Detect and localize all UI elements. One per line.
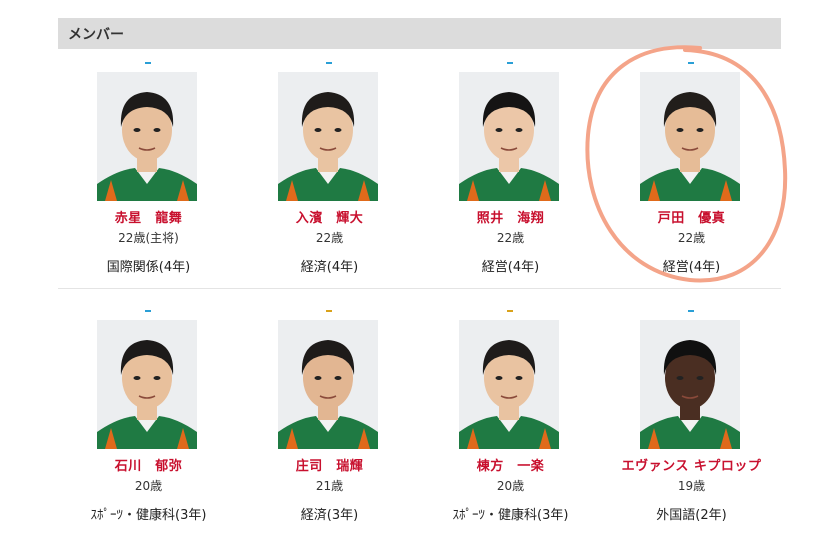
position-marker [145,310,151,312]
position-marker [326,310,332,312]
member-card[interactable]: 庄司 瑞輝 21歳経済(3年) [239,310,420,540]
position-marker [688,62,694,64]
member-department: 経営(4年) [662,260,721,275]
member-name[interactable]: 庄司 瑞輝 [239,455,420,474]
position-marker [688,310,694,312]
position-marker [507,310,513,312]
member-name[interactable]: 戸田 優真 [601,207,782,226]
member-photo[interactable] [640,72,740,201]
member-card[interactable]: エヴァンス キプロップ 19歳外国語(2年) [601,310,782,540]
member-photo[interactable] [459,72,559,201]
member-age: 22歳 [315,231,344,245]
member-name[interactable]: 照井 海翔 [420,207,601,226]
member-age: 22歳 [496,231,525,245]
section-title: メンバー [68,27,124,43]
position-marker [145,62,151,64]
member-age: 19歳 [677,479,706,493]
section-header: メンバー [58,18,781,49]
member-name[interactable]: 棟方 一楽 [420,455,601,474]
position-marker [326,62,332,64]
member-department: 外国語(2年) [656,508,727,523]
member-card[interactable]: 戸田 優真 22歳経営(4年) [601,62,782,292]
member-name[interactable]: エヴァンス キプロップ [601,455,782,474]
member-department: 国際関係(4年) [106,260,191,275]
member-card[interactable]: 石川 郁弥 20歳 ｽﾎﾟｰﾂ・健康科(3年) [58,310,239,540]
member-photo[interactable] [97,72,197,201]
member-age: 20歳 [496,479,525,493]
member-name[interactable]: 入濱 輝大 [239,207,420,226]
member-photo[interactable] [459,320,559,449]
position-marker [507,62,513,64]
member-name[interactable]: 赤星 龍舞 [58,207,239,226]
member-name[interactable]: 石川 郁弥 [58,455,239,474]
member-department: 経営(4年) [481,260,540,275]
member-department: ｽﾎﾟｰﾂ・健康科(3年) [90,508,207,523]
member-age: 22歳(主将) [118,231,179,245]
member-card[interactable]: 棟方 一楽 20歳 ｽﾎﾟｰﾂ・健康科(3年) [420,310,601,540]
member-age: 22歳 [677,231,706,245]
member-card[interactable]: 赤星 龍舞 22歳(主将) 国際関係(4年) [58,62,239,292]
member-card[interactable]: 入濱 輝大 22歳経済(4年) [239,62,420,292]
member-age: 21歳 [315,479,344,493]
member-photo[interactable] [278,72,378,201]
member-photo[interactable] [278,320,378,449]
member-age: 20歳 [134,479,163,493]
member-department: 経済(3年) [300,508,359,523]
member-photo[interactable] [640,320,740,449]
member-department: ｽﾎﾟｰﾂ・健康科(3年) [452,508,569,523]
member-photo[interactable] [97,320,197,449]
member-card[interactable]: 照井 海翔 22歳経営(4年) [420,62,601,292]
member-department: 経済(4年) [300,260,359,275]
